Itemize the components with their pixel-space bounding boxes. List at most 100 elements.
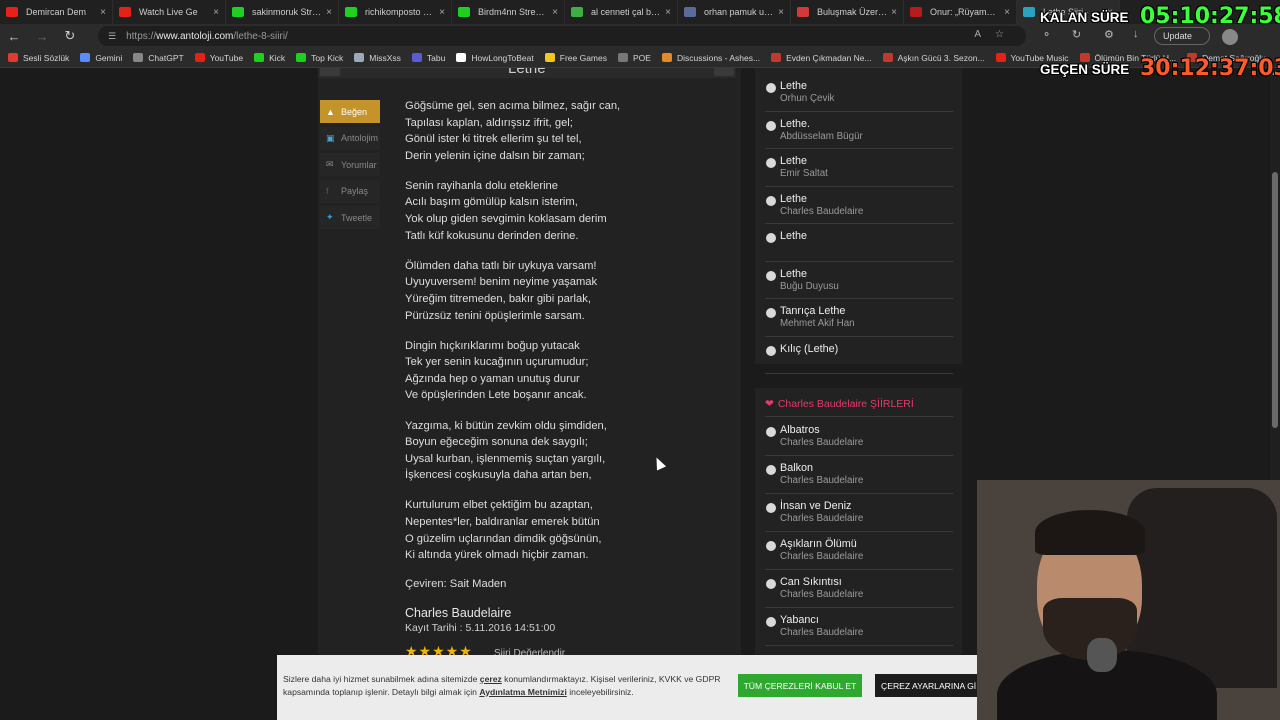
poem-list-item[interactable]: Lethe Orhun Çevik — [765, 74, 953, 112]
bookmark-item[interactable]: Top Kick — [296, 53, 343, 63]
remaining-time-label: KALAN SÜRE — [1040, 10, 1129, 25]
poem-list-title: Yabancı — [780, 614, 819, 626]
close-tab-icon[interactable]: × — [778, 7, 784, 18]
bookmark-label: Sesli Sözlük — [23, 52, 70, 63]
poem-list-item[interactable]: Aşıkların Ölümü Charles Baudelaire — [765, 532, 953, 570]
tweet-button[interactable]: ✦ Tweetle — [320, 206, 380, 229]
forward-icon[interactable]: → — [28, 29, 56, 44]
scroll-thumb[interactable] — [1272, 172, 1278, 428]
close-tab-icon[interactable]: × — [213, 7, 219, 18]
tab-title: Buluşmak Üzere | Ca — [817, 7, 887, 17]
bookmark-item[interactable]: ChatGPT — [133, 53, 184, 63]
poem-stanza: Yazgıma, ki bütün zevkim oldu şimdiden, B… — [405, 418, 725, 484]
elapsed-time-label: GEÇEN SÜRE — [1040, 62, 1130, 77]
like-button[interactable]: ▲ Beğen — [320, 100, 380, 123]
bookmark-item[interactable]: MissXss — [354, 53, 401, 63]
browser-tab[interactable]: Demircan Dem × — [0, 0, 113, 24]
cookie-text-part: inceleyebilirsiniz. — [566, 686, 634, 697]
read-aloud-icon[interactable]: A☆ — [974, 29, 1018, 40]
close-tab-icon[interactable]: × — [100, 7, 106, 18]
bookmark-item[interactable]: Discussions - Ashes... — [661, 53, 760, 63]
close-tab-icon[interactable]: × — [891, 7, 897, 18]
poem-stanza: Göğsüme gel, sen acıma bilmez, sağır can… — [405, 98, 725, 164]
bookmark-favicon-icon — [133, 53, 144, 62]
antoloji-button[interactable]: ▣ Antolojim — [320, 126, 380, 150]
close-tab-icon[interactable]: × — [326, 7, 332, 18]
browser-tab[interactable]: al cenneti çal başına × — [565, 0, 678, 24]
comments-button[interactable]: ✉ Yorumlar — [320, 153, 380, 176]
poem-line: Ağzında hep o yaman unutuş durur — [405, 372, 580, 385]
privacy-notice-link[interactable]: Aydınlatma Metnimizi — [479, 687, 567, 697]
bookmark-item[interactable]: Gemini — [80, 53, 122, 63]
poem-list-title: Lethe. — [780, 117, 811, 130]
twitter-icon: ✦ — [326, 212, 334, 222]
poem-list-item[interactable]: Can Sıkıntısı Charles Baudelaire — [765, 570, 953, 608]
accept-all-cookies-button[interactable]: TÜM ÇEREZLERİ KABUL ET — [738, 674, 862, 697]
poem-list-item[interactable]: Albatros Charles Baudelaire — [765, 418, 953, 456]
close-tab-icon[interactable]: × — [439, 7, 445, 18]
browser-tab[interactable]: Buluşmak Üzere | Ca × — [791, 0, 904, 24]
browser-tab[interactable]: richikomposto Strea × — [339, 0, 452, 24]
bullet-icon — [766, 233, 776, 243]
bookmark-label: Gemini — [95, 52, 123, 63]
bookmark-item[interactable]: YouTube — [194, 53, 243, 63]
bookmark-item[interactable]: Free Games — [544, 53, 607, 63]
bullet-icon — [766, 617, 776, 627]
close-tab-icon[interactable]: × — [665, 7, 671, 18]
comments-label: Yorumlar — [341, 159, 377, 170]
reload-icon[interactable]: ↻ — [56, 28, 84, 44]
bookmark-item[interactable]: Evden Çıkmadan Ne... — [771, 53, 872, 63]
bullet-icon — [766, 541, 776, 551]
cookie-settings-button[interactable]: ÇEREZ AYARLARINA Gİ — [875, 674, 985, 697]
bookmark-item[interactable]: Kick — [254, 53, 285, 63]
prev-poem-button[interactable] — [320, 68, 340, 76]
bookmark-item[interactable]: Sesli Sözlük — [8, 53, 69, 63]
poem-list-item[interactable]: Tanrıça Lethe Mehmet Akif Han — [765, 299, 953, 337]
bookmark-item[interactable]: HowLongToBeat — [456, 52, 534, 63]
poem-list-item[interactable]: Lethe Buğu Duyusu — [765, 262, 953, 299]
kick-icon — [232, 7, 244, 17]
poem-author[interactable]: Charles Baudelaire — [405, 606, 511, 620]
poem-list-item[interactable]: İnsan ve Deniz Charles Baudelaire — [765, 494, 953, 532]
poem-list-title: Tanrıça Lethe — [780, 305, 846, 317]
comments-icon: ✉ — [326, 159, 334, 169]
browser-tab[interactable]: Onur: „Rüyamda bir × — [904, 0, 1017, 24]
facebook-icon: f — [326, 186, 329, 196]
author-poems-header[interactable]: ❤ Charles Baudelaire ŞİİRLERİ — [765, 398, 914, 410]
poem-list-item[interactable]: Lethe Emir Saltat — [765, 149, 953, 187]
poem-list-item[interactable]: Lethe Charles Baudelaire — [765, 187, 953, 224]
cookie-link[interactable]: çerez — [480, 674, 502, 684]
bookmark-favicon-icon — [456, 53, 467, 62]
poem-list-author: Charles Baudelaire — [780, 205, 864, 217]
bookmark-item[interactable]: Tabu — [411, 53, 445, 63]
poem-list-item[interactable]: Balkon Charles Baudelaire — [765, 456, 953, 494]
bookmark-item[interactable]: POE — [618, 53, 651, 63]
bullet-icon — [766, 503, 776, 513]
antoloji-label: Antolojim — [341, 133, 379, 143]
address-bar[interactable]: ☰ https://www.antoloji.com/lethe-8-siiri… — [98, 26, 1026, 46]
cookie-text-part: Sizlere daha iyi hizmet sunabilmek adına… — [283, 674, 480, 684]
poem-list-item[interactable]: Lethe — [765, 224, 953, 262]
browser-tab[interactable]: sakinmoruk Stream × — [226, 0, 339, 24]
poem-list-item[interactable]: Kılıç (Lethe) — [765, 337, 953, 374]
close-tab-icon[interactable]: × — [1004, 7, 1010, 18]
leaf-icon — [571, 7, 583, 17]
browser-tab[interactable]: orhan pamuk un sev × — [678, 0, 791, 24]
bullet-icon — [766, 83, 776, 93]
tab-title: richikomposto Strea — [365, 7, 435, 17]
back-icon[interactable]: ← — [0, 29, 28, 44]
tab-title: Watch Live Ge — [139, 7, 198, 17]
bookmark-label: HowLongToBeat — [471, 52, 534, 63]
next-poem-button[interactable] — [714, 68, 734, 76]
site-info-icon[interactable]: ☰ — [108, 31, 116, 42]
browser-tab[interactable]: Watch Live Ge × — [113, 0, 226, 24]
share-button[interactable]: f Paylaş — [320, 179, 380, 203]
tab-title: Onur: „Rüyamda bir — [930, 7, 1000, 17]
bookmark-favicon-icon — [544, 53, 555, 62]
browser-tab[interactable]: Birdm4nn Stream - V× — [452, 0, 565, 24]
poem-list-item[interactable]: Yabancı Charles Baudelaire — [765, 608, 953, 646]
close-tab-icon[interactable]: × — [552, 7, 558, 18]
bullet-icon — [766, 120, 776, 131]
bookmark-item[interactable]: Aşkın Gücü 3. Sezon... — [882, 53, 985, 63]
poem-list-item[interactable]: Lethe. Abdüsselam Bügür — [765, 112, 953, 149]
